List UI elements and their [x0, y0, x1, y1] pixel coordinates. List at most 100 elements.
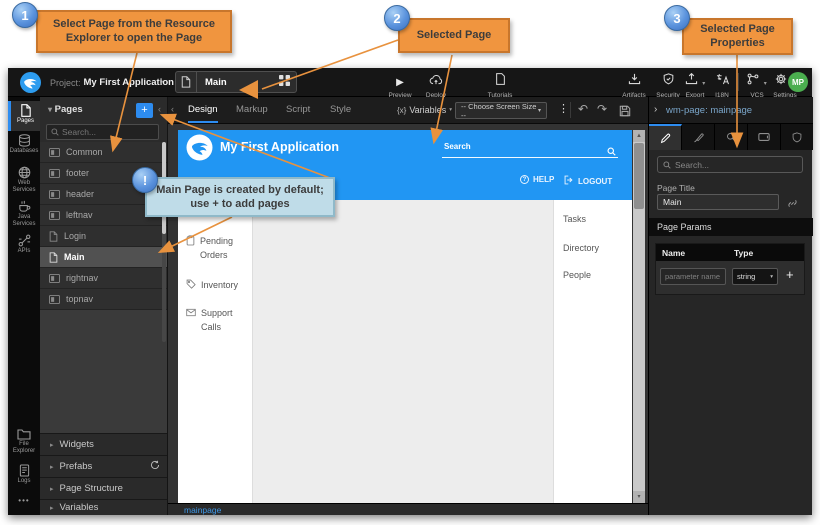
user-avatar[interactable]: MP: [788, 72, 808, 92]
search-icon: [51, 128, 59, 136]
open-page-tab[interactable]: Main: [175, 71, 297, 93]
variables-button[interactable]: {x} Variables ▾: [397, 97, 452, 123]
accordion-variables[interactable]: ▸ Variables: [40, 499, 168, 515]
step-1-callout: Select Page from the Resource Explorer t…: [36, 10, 232, 53]
refresh-icon[interactable]: [150, 460, 160, 473]
tab-events[interactable]: [715, 124, 748, 150]
rail-item-java-services[interactable]: Java Services: [8, 200, 40, 232]
select-arrow-icon: ▾: [538, 107, 541, 114]
download-tray-icon: [628, 72, 641, 89]
tab-style[interactable]: Style: [330, 97, 351, 123]
properties-search-input[interactable]: [675, 160, 785, 170]
chevron-down-icon: ▾: [702, 81, 705, 87]
app-help-link[interactable]: ? HELP: [520, 175, 554, 184]
accordion-widgets[interactable]: ▸ Widgets: [40, 433, 168, 455]
tab-markup[interactable]: Markup: [236, 97, 268, 123]
page-icon: [49, 252, 58, 263]
collapse-panel-icon[interactable]: ‹: [158, 104, 161, 114]
page-title-input[interactable]: [657, 194, 779, 210]
properties-tabs: [649, 124, 813, 150]
i18n-button[interactable]: I18N: [708, 72, 736, 99]
page-list-item-login[interactable]: Login: [40, 226, 168, 247]
wavemaker-logo-icon[interactable]: [20, 72, 41, 98]
collapse-left-icon[interactable]: ‹: [171, 104, 174, 114]
expand-panel-icon[interactable]: ›: [654, 104, 657, 115]
tab-properties[interactable]: [649, 124, 682, 150]
page-list-item-topnav[interactable]: topnav: [40, 289, 168, 310]
accordion-page-structure[interactable]: ▸ Page Structure: [40, 477, 168, 499]
page-params-table: Name Type string ▾ +: [655, 243, 805, 295]
right-item-tasks[interactable]: Tasks: [563, 214, 586, 224]
properties-search-box[interactable]: [657, 156, 803, 173]
active-page-name[interactable]: mainpage: [184, 505, 221, 515]
partial-icon: [49, 190, 60, 199]
select-arrow-icon: ▾: [770, 274, 773, 280]
param-type-select[interactable]: string ▾: [732, 268, 778, 285]
vcs-button[interactable]: ▾ VCS: [744, 72, 770, 99]
screen-size-select[interactable]: -- Choose Screen Size -- ▾: [455, 102, 547, 119]
search-icon[interactable]: [607, 143, 616, 161]
artifacts-button[interactable]: Artifacts: [614, 72, 654, 99]
globe-icon: [18, 166, 31, 179]
accordion-prefabs[interactable]: ▸ Prefabs: [40, 455, 168, 477]
tab-script[interactable]: Script: [286, 97, 310, 123]
canvas-scrollbar[interactable]: ▲ ▾: [633, 130, 645, 503]
step-2-callout: Selected Page: [398, 18, 510, 53]
redo-icon[interactable]: ↷: [597, 102, 607, 116]
tutorials-button[interactable]: Tutorials: [478, 72, 522, 99]
add-page-button[interactable]: +: [136, 103, 153, 118]
right-item-directory[interactable]: Directory: [563, 243, 599, 253]
canvas-toolbar: ‹ Design Markup Script Style {x} Variabl…: [168, 97, 648, 124]
scroll-up-icon[interactable]: ▲: [633, 130, 645, 142]
nav-item-support-calls[interactable]: Support Calls: [186, 306, 248, 335]
caret-right-icon: ▸: [50, 485, 54, 493]
page-list-item-common[interactable]: Common: [40, 142, 168, 163]
more-dots-icon: •••: [18, 496, 29, 505]
rail-item-pages[interactable]: Pages: [8, 101, 40, 131]
page-list-item-rightnav[interactable]: rightnav: [40, 268, 168, 289]
export-button[interactable]: ▾ Export: [678, 72, 712, 99]
app-search-box[interactable]: Search: [442, 136, 618, 158]
export-up-icon: [685, 72, 702, 89]
tab-security[interactable]: [781, 124, 813, 150]
rail-item-more[interactable]: •••: [8, 496, 40, 510]
undo-icon[interactable]: ↶: [578, 102, 588, 116]
pages-search-box[interactable]: [46, 124, 159, 140]
tab-device[interactable]: [748, 124, 781, 150]
save-icon[interactable]: [619, 104, 631, 122]
pages-panel: ▾ Pages + ‹ Common footer header: [40, 97, 168, 515]
add-param-button[interactable]: +: [786, 267, 794, 282]
properties-panel: › wm-page: mainpage: [648, 97, 812, 515]
more-vertical-icon[interactable]: ⋮: [558, 102, 569, 115]
param-name-input[interactable]: [660, 268, 726, 285]
app-logout-link[interactable]: LOGOUT: [564, 175, 612, 187]
tab-styles[interactable]: [682, 124, 715, 150]
deploy-button[interactable]: Deploy: [416, 72, 456, 99]
tab-design[interactable]: Design: [188, 97, 218, 123]
rail-item-file-explorer[interactable]: File Explorer: [8, 428, 40, 458]
canvas-scrollbar-thumb[interactable]: [634, 143, 644, 209]
rail-item-logs[interactable]: Logs: [8, 464, 40, 490]
app-content-area: [253, 200, 553, 503]
help-icon: ?: [520, 175, 529, 184]
pages-grid-icon[interactable]: [279, 73, 290, 91]
preview-button[interactable]: ▶ Preview: [382, 72, 418, 99]
caret-down-icon[interactable]: ▾: [48, 105, 52, 114]
shield-outline-icon: [792, 132, 802, 143]
link-bind-icon[interactable]: [787, 196, 798, 214]
right-item-people[interactable]: People: [563, 270, 591, 280]
project-breadcrumb: Project: My First Application: [50, 68, 174, 97]
page-list-item-main[interactable]: Main: [40, 247, 168, 268]
page-title-label: Page Title: [657, 183, 695, 193]
tag-icon: [186, 279, 196, 293]
open-page-tab-label: Main: [197, 77, 227, 88]
rail-item-apis[interactable]: APIs: [8, 234, 40, 260]
nav-item-inventory[interactable]: Inventory: [186, 278, 248, 293]
rail-item-web-services[interactable]: Web Services: [8, 166, 40, 198]
nav-item-pending-orders[interactable]: Pending Orders: [186, 234, 248, 263]
page-params-section[interactable]: Page Params: [649, 218, 813, 236]
pages-search-input[interactable]: [62, 127, 148, 137]
pages-list-empty-area: [40, 310, 168, 433]
scroll-down-icon[interactable]: ▾: [633, 491, 645, 503]
rail-item-databases[interactable]: Databases: [8, 134, 40, 162]
